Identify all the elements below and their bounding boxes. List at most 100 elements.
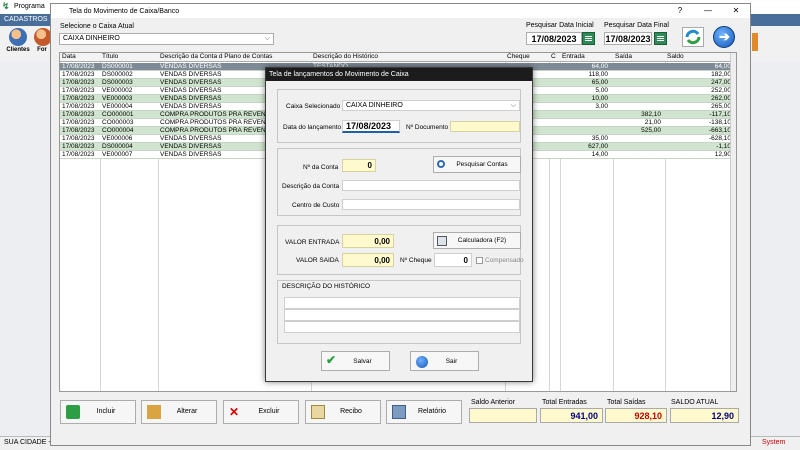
column-header[interactable]: Descrição do Histórico: [313, 53, 503, 61]
alterar-button[interactable]: Alterar: [141, 400, 217, 424]
pesquisar-contas-button[interactable]: Pesquisar Contas: [433, 156, 521, 173]
table-cell-entrada: [562, 127, 608, 135]
historico-line-2[interactable]: [284, 309, 520, 321]
descricao-conta-label: Descrição da Conta: [282, 183, 340, 190]
table-cell-data: 17/08/2023: [62, 103, 95, 110]
calendar-icon[interactable]: [582, 32, 595, 45]
caixa-atual-label: Selecione o Caixa Atual: [60, 23, 134, 30]
valor-entrada-label: VALOR ENTRADA: [285, 239, 340, 246]
incluir-button[interactable]: Incluir: [60, 400, 136, 424]
historico-line-1[interactable]: [284, 297, 520, 309]
calculadora-button[interactable]: Calculadora (F2): [433, 232, 521, 249]
table-cell-entrada: 35,00: [591, 135, 608, 142]
data-inicial-input[interactable]: 17/08/2023: [526, 32, 582, 45]
window-controls: ? — ✕: [666, 4, 750, 18]
table-cell-entrada: 14,00: [591, 151, 608, 158]
table-cell-entrada: 627,00: [588, 143, 608, 150]
cheque-label: Nº Cheque: [400, 257, 432, 264]
table-cell-saida: 382,10: [641, 111, 661, 118]
column-header[interactable]: Descrição da Conta d Plano de Contas: [160, 53, 310, 61]
suppliers-icon: [34, 28, 50, 46]
table-cell-saldo: 12,90: [714, 151, 731, 158]
chevron-down-icon: ⌵: [510, 102, 516, 109]
dialog-title: Tela de lançamentos do Movimento de Caix…: [266, 68, 532, 81]
compensado-checkbox[interactable]: [476, 257, 483, 264]
total-entradas-value: 941,00: [540, 408, 603, 423]
historico-line-3[interactable]: [284, 321, 520, 333]
descricao-conta-input[interactable]: [342, 180, 520, 191]
data-lancamento-input[interactable]: 17/08/2023: [342, 120, 400, 133]
column-header[interactable]: C: [551, 53, 561, 61]
table-cell-entrada: 5,00: [595, 87, 608, 94]
calendar-icon[interactable]: [654, 32, 667, 45]
valor-entrada-input[interactable]: 0,00: [342, 234, 394, 248]
status-system: System: [762, 439, 786, 446]
table-cell-titulo: CO000003: [102, 119, 134, 126]
refresh-button[interactable]: [682, 27, 704, 47]
centro-custo-label: Centro de Custo: [292, 202, 340, 209]
search-icon: [437, 160, 445, 168]
cheque-input[interactable]: 0: [434, 253, 472, 267]
conta-input[interactable]: 0: [342, 159, 376, 172]
documento-input[interactable]: [450, 121, 520, 132]
table-cell-entrada: [562, 119, 608, 127]
table-cell-saldo: -138,10: [708, 119, 731, 126]
table-cell-saida: [615, 71, 661, 79]
salvar-label: Salvar: [353, 358, 372, 365]
table-cell-saldo: -628,10: [708, 135, 731, 142]
valor-saida-input[interactable]: 0,00: [342, 253, 394, 267]
table-cell-saldo: -663,10: [708, 127, 731, 134]
bg-toolbar-icon: [752, 33, 758, 51]
panel-historico: DESCRIÇÃO DO HISTÓRICO: [277, 280, 521, 344]
total-saidas-value: 928,10: [605, 408, 667, 423]
window-titlebar: Tela do Movimento de Caixa/Banco: [51, 4, 750, 18]
table-cell-data: 17/08/2023: [62, 95, 95, 102]
menu-cadastros[interactable]: CADASTROS: [4, 16, 48, 23]
total-entradas-label: Total Entradas: [542, 399, 587, 406]
total-saidas-label: Total Saídas: [607, 399, 646, 406]
salvar-button[interactable]: ✔ Salvar: [321, 351, 390, 371]
relatorio-button[interactable]: Relatório: [386, 400, 462, 424]
table-cell-titulo: DS000002: [102, 71, 133, 78]
recibo-button[interactable]: Recibo: [305, 400, 381, 424]
caixa-atual-select[interactable]: CAIXA DINHEIRO ⌵: [59, 33, 274, 45]
centro-custo-input[interactable]: [342, 199, 520, 210]
toolbar-fornecedores-button[interactable]: For: [34, 26, 50, 60]
vertical-scrollbar[interactable]: [730, 53, 736, 391]
table-cell-titulo: CO000001: [102, 111, 134, 118]
table-cell-entrada: 3,00: [595, 103, 608, 110]
close-button[interactable]: ✕: [722, 4, 750, 18]
column-header[interactable]: Saldo: [667, 53, 735, 61]
table-cell-entrada: 10,00: [591, 95, 608, 102]
column-header[interactable]: Título: [102, 53, 158, 61]
sair-label: Sair: [445, 358, 458, 365]
window-title: Tela do Movimento de Caixa/Banco: [69, 7, 180, 15]
table-cell-saida: [615, 103, 661, 111]
toolbar-clientes-button[interactable]: Clientes: [6, 26, 30, 60]
excluir-button[interactable]: ✕ Excluir: [223, 400, 299, 424]
caixa-selecionado-label: Caixa Selecionado: [286, 103, 341, 110]
sair-button[interactable]: Sair: [410, 351, 479, 371]
saldo-atual-value: 12,90: [670, 408, 739, 423]
bg-app-title: Programa: [14, 3, 45, 10]
conta-label: Nº da Conta: [303, 164, 339, 171]
help-button[interactable]: ?: [666, 4, 694, 18]
valor-saida-label: VALOR SAIDA: [296, 257, 339, 264]
table-cell-data: 17/08/2023: [62, 87, 95, 94]
table-cell-saida: [615, 87, 661, 95]
minimize-button[interactable]: —: [694, 4, 722, 18]
column-header[interactable]: Data: [62, 53, 102, 61]
compensado-label: Compensado: [485, 257, 524, 264]
table-cell-saldo: 262,00: [711, 95, 731, 102]
data-final-input[interactable]: 17/08/2023: [604, 32, 652, 45]
table-cell-titulo: CO000004: [102, 127, 134, 134]
incluir-label: Incluir: [96, 408, 116, 415]
column-header[interactable]: Cheque: [507, 53, 549, 61]
panel-valores: VALOR ENTRADA 0,00 Calculadora (F2) VALO…: [277, 225, 524, 275]
relatorio-label: Relatório: [417, 408, 446, 415]
exit-arrow-button[interactable]: ➔: [713, 26, 735, 48]
column-header[interactable]: Saída: [615, 53, 665, 61]
table-cell-saida: [615, 135, 661, 143]
column-header[interactable]: Entrada: [562, 53, 612, 61]
caixa-selecionado-select[interactable]: CAIXA DINHEIRO ⌵: [342, 100, 520, 111]
